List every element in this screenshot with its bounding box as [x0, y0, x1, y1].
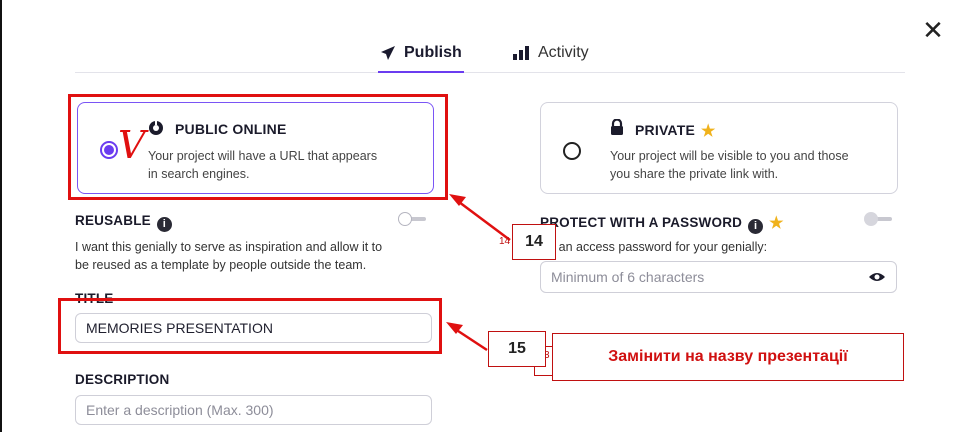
- rocket-icon: [381, 46, 395, 60]
- handwritten-check-mark: V: [118, 123, 146, 167]
- private-desc-line2: you share the private link with.: [610, 167, 779, 181]
- password-toggle[interactable]: [864, 212, 894, 226]
- password-toggle-knob: [864, 212, 878, 226]
- private-option[interactable]: PRIVATE ★ Your project will be visible to…: [540, 102, 898, 194]
- description-label: DESCRIPTION: [75, 372, 170, 387]
- private-desc-line1: Your project will be visible to you and …: [610, 149, 849, 163]
- private-desc: Your project will be visible to you and …: [610, 147, 895, 183]
- eye-icon[interactable]: [868, 271, 886, 283]
- close-icon[interactable]: ✕: [921, 18, 945, 44]
- reusable-desc: I want this genially to serve as inspira…: [75, 238, 382, 274]
- tab-publish-label: Publish: [404, 44, 462, 61]
- password-label: PROTECT WITH A PASSWORD i ★: [540, 213, 784, 234]
- info-icon[interactable]: i: [748, 219, 764, 234]
- bar-chart-icon: [513, 46, 529, 60]
- lock-icon: [611, 119, 623, 135]
- reusable-label-text: REUSABLE: [75, 213, 151, 228]
- reusable-toggle[interactable]: [398, 212, 428, 226]
- annotation-marker-14: 14: [512, 224, 556, 260]
- reusable-label: REUSABLE i: [75, 213, 172, 232]
- info-icon[interactable]: i: [156, 217, 172, 232]
- reusable-desc-line1: I want this genially to serve as inspira…: [75, 240, 383, 254]
- tab-activity-label: Activity: [538, 44, 589, 61]
- password-label-text: PROTECT WITH A PASSWORD: [540, 215, 743, 230]
- reusable-desc-line2: be reused as a template by people outsid…: [75, 258, 367, 272]
- annotation-marker-15: 15: [488, 331, 546, 367]
- reusable-toggle-knob: [398, 212, 412, 226]
- annotation-callout: Замінити на назву презентації: [552, 333, 904, 381]
- password-input[interactable]: Minimum of 6 characters: [540, 261, 897, 293]
- password-desc: r an access password for your genially:: [551, 240, 768, 254]
- tab-publish[interactable]: Publish: [378, 44, 464, 73]
- annotation-small-14: 14: [499, 236, 511, 247]
- description-input[interactable]: Enter a description (Max. 300): [75, 395, 432, 425]
- tab-activity[interactable]: Activity: [512, 44, 589, 72]
- premium-star-icon: ★: [701, 123, 716, 140]
- tab-bar: Publish Activity: [75, 40, 905, 73]
- password-placeholder: Minimum of 6 characters: [551, 269, 705, 285]
- private-radio[interactable]: [563, 142, 581, 160]
- annotation-box-title: [58, 298, 442, 354]
- private-title-text: PRIVATE: [635, 122, 695, 138]
- premium-star-icon: ★: [769, 215, 784, 232]
- window-border: [0, 0, 2, 432]
- private-title: PRIVATE ★: [635, 121, 716, 141]
